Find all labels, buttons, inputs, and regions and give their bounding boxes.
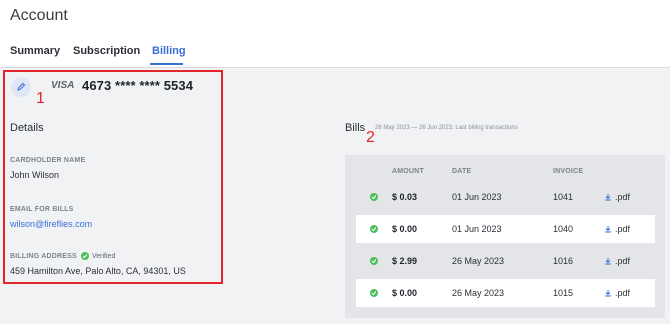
check-circle-icon (370, 225, 378, 233)
bill-invoice: 1041 (553, 192, 574, 202)
tab-subscription[interactable]: Subscription (73, 45, 140, 57)
email-label: EMAIL FOR BILLS (10, 206, 74, 213)
pencil-icon (17, 82, 26, 91)
card-brand: VISA (51, 80, 75, 91)
bill-amount: $ 0.03 (392, 192, 418, 202)
header (0, 0, 670, 68)
details-heading: Details (10, 122, 44, 134)
page-title: Account (10, 7, 68, 24)
edit-card-button[interactable] (11, 77, 31, 97)
download-icon (605, 258, 611, 265)
table-row: $ 2.99 26 May 2023 1016 .pdf (356, 247, 655, 275)
pdf-label: .pdf (615, 288, 631, 298)
pdf-label: .pdf (615, 224, 631, 234)
pdf-label: .pdf (615, 192, 631, 202)
bill-amount: $ 2.99 (392, 256, 418, 266)
bill-invoice: 1016 (553, 256, 574, 266)
bill-invoice: 1015 (553, 288, 574, 298)
download-icon (605, 290, 611, 297)
bill-date: 01 Jun 2023 (452, 224, 502, 234)
pdf-label: .pdf (615, 256, 631, 266)
bill-date: 26 May 2023 (452, 256, 505, 266)
download-icon (605, 194, 611, 201)
bill-amount: $ 0.00 (392, 288, 418, 298)
billing-address-value: 459 Hamilton Ave, Palo Alto, CA, 94301, … (10, 266, 186, 276)
header-divider (0, 67, 670, 68)
bill-invoice: 1040 (553, 224, 574, 234)
table-row: $ 0.00 26 May 2023 1015 .pdf (356, 279, 655, 307)
active-tab-indicator (150, 63, 183, 65)
column-header-amount: AMOUNT (392, 168, 424, 175)
check-circle-icon (370, 289, 378, 297)
card-number: 4673 **** **** 5534 (82, 78, 194, 93)
table-row: $ 0.03 01 Jun 2023 1041 .pdf (356, 183, 655, 211)
check-circle-icon (81, 252, 89, 260)
tab-summary[interactable]: Summary (10, 45, 60, 57)
bills-heading: Bills (345, 122, 366, 134)
email-link[interactable]: wilson@fireflies.com (10, 219, 92, 229)
download-icon (605, 226, 611, 233)
column-header-date: DATE (452, 168, 472, 175)
annotation-marker-1: 1 (36, 90, 45, 107)
tab-billing[interactable]: Billing (152, 45, 186, 57)
billing-address-label: BILLING ADDRESS (10, 253, 77, 260)
verified-label: Verified (92, 252, 116, 260)
bills-subtitle: 26 May 2023 — 26 Jun 2023. Last billing … (375, 125, 518, 131)
table-row: $ 0.00 01 Jun 2023 1040 .pdf (356, 215, 655, 243)
download-pdf-link[interactable]: .pdf (604, 288, 630, 298)
column-header-invoice: INVOICE (553, 168, 584, 175)
bill-amount: $ 0.00 (392, 224, 418, 234)
cardholder-label: CARDHOLDER NAME (10, 157, 86, 164)
verified-badge: Verified (81, 252, 115, 260)
bill-date: 26 May 2023 (452, 288, 505, 298)
annotation-marker-2: 2 (366, 129, 375, 146)
download-pdf-link[interactable]: .pdf (604, 224, 630, 234)
check-circle-icon (370, 257, 378, 265)
download-pdf-link[interactable]: .pdf (604, 256, 630, 266)
cardholder-value: John Wilson (10, 170, 60, 180)
check-circle-icon (370, 193, 378, 201)
download-pdf-link[interactable]: .pdf (604, 192, 630, 202)
bill-date: 01 Jun 2023 (452, 192, 502, 202)
